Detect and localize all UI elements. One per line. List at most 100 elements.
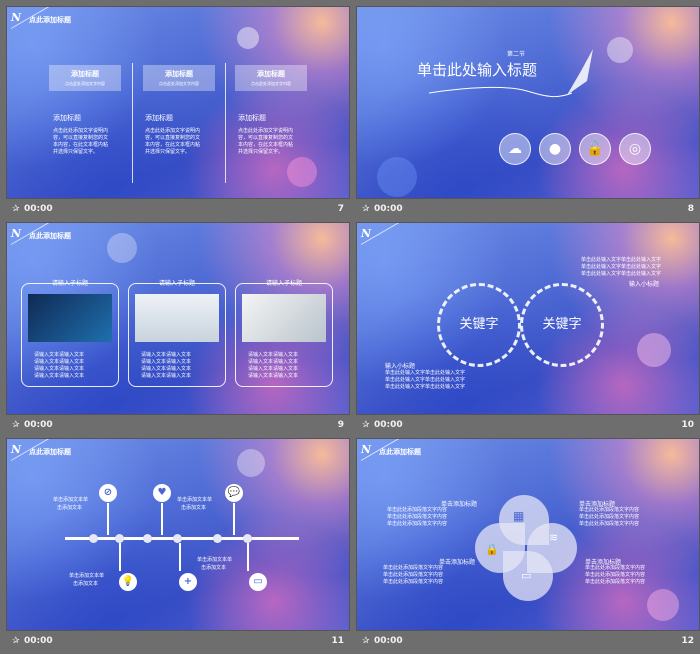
timeline-node[interactable] — [89, 534, 98, 543]
column-line: 点击此处添加文字说明内 — [53, 128, 109, 134]
slide-number: 11 — [331, 636, 344, 646]
column-line: 点击此处添加文字说明内 — [238, 128, 294, 134]
subtitle-label: 输入小标题 — [629, 281, 660, 288]
box-subtitle: 点击此处添加文字内容 — [159, 81, 199, 86]
keyword-ring[interactable]: 关键字 — [520, 283, 604, 367]
heart-icon[interactable]: ♥ — [153, 484, 171, 502]
block-text: 单击此处添加段落文字内容 — [387, 521, 448, 527]
timeline-label: 击添加文本 — [57, 505, 83, 511]
transition-star-icon: ✰ — [12, 420, 20, 430]
slide-thumbnail-11[interactable]: N 点此添加标题 单击添加文本单 击添加文本 单击添加文本单 击添加文本 ⊘ ♥… — [6, 438, 350, 654]
image-card[interactable]: 请输入子标题 请输入文本请输入文本 请输入文本请输入文本 请输入文本请输入文本 … — [235, 280, 333, 387]
card-line: 请输入文本请输入文本 — [141, 366, 192, 372]
connector — [247, 543, 249, 571]
microphone-icon[interactable]: ● — [539, 133, 571, 165]
timeline-label: 击添加文本 — [181, 505, 207, 511]
title-box[interactable]: 添加标题 点击此处添加文字内容 — [49, 65, 121, 91]
plus-icon[interactable]: + — [179, 573, 197, 591]
bokeh-light — [237, 449, 265, 477]
column-line: 容，可以直接复制您的文 — [53, 135, 109, 141]
slide-canvas: N 单击此处输入文字单击此处输入文字 单击此处输入文字单击此处输入文字 单击此处… — [356, 222, 700, 415]
text-column: 添加标题 点击此处添加文字说明内 容，可以直接复制您的文 本内容，在此文本框内粘… — [53, 113, 133, 156]
slide-thumbnail-8[interactable]: 第二节 单击此处输入标题 ☁ ● 🔓 ◎ ✰ 00:00 8 — [356, 6, 700, 222]
column-title: 添加标题 — [238, 114, 266, 122]
keyword-ring[interactable]: 关键字 — [437, 283, 521, 367]
title-box[interactable]: 添加标题 点击此处添加文字内容 — [235, 65, 307, 91]
slide-number: 12 — [681, 636, 694, 646]
column-divider — [225, 63, 226, 183]
text-line: 单击此处输入文字单击此处输入文字 — [385, 370, 466, 376]
block-label: 单击添加标题 — [439, 559, 476, 566]
connector — [161, 503, 163, 535]
block-text: 单击此处添加段落文字内容 — [579, 514, 640, 520]
text-column: 添加标题 点击此处添加文字说明内 容，可以直接复制您的文 本内容，在此文本框内粘… — [238, 113, 318, 156]
timeline-label: 击添加文本 — [201, 565, 227, 571]
column-line: 容，可以直接复制您的文 — [238, 135, 294, 141]
signal-icon[interactable]: ◎ — [619, 133, 651, 165]
text-column: 添加标题 点击此处添加文字说明内 容，可以直接复制您的文 本内容，在此文本框内粘… — [145, 113, 225, 156]
slide-footer: ✰ 00:00 7 — [6, 202, 350, 218]
block-text: 单击此处添加段落文字内容 — [585, 572, 646, 578]
column-title: 添加标题 — [53, 114, 81, 122]
slide-footer: ✰ 00:00 8 — [356, 202, 700, 218]
column-title: 添加标题 — [145, 114, 173, 122]
ticket-icon[interactable]: ▭ — [249, 573, 267, 591]
column-line: 本内容，在此文本框内粘 — [145, 142, 201, 148]
image-card[interactable]: 请输入子标题 请输入文本请输入文本 请输入文本请输入文本 请输入文本请输入文本 … — [128, 280, 226, 387]
bulb-icon[interactable]: 💡 — [119, 573, 137, 591]
block-text: 单击此处添加段落文字内容 — [579, 521, 640, 527]
slide-canvas: 第二节 单击此处输入标题 ☁ ● 🔓 ◎ — [356, 6, 700, 199]
timeline-label: 单击添加文本单 — [197, 557, 233, 563]
slide-thumbnail-12[interactable]: N 点此添加标题 单击添加标题 单击此处添加段落文字内容 单击此处添加段落文字内… — [356, 438, 700, 654]
slide-timing: 00:00 — [24, 204, 53, 214]
slide-footer: ✰ 00:00 10 — [356, 418, 700, 434]
box-subtitle: 点击此处添加文字内容 — [65, 81, 105, 86]
column-line: 并选择只保留文字。 — [53, 149, 99, 155]
column-line: 并选择只保留文字。 — [145, 149, 191, 155]
slide-canvas: N 点此添加标题 单击添加标题 单击此处添加段落文字内容 单击此处添加段落文字内… — [356, 438, 700, 631]
slide-footer: ✰ 00:00 9 — [6, 418, 350, 434]
title-box[interactable]: 添加标题 点击此处添加文字内容 — [143, 65, 215, 91]
slide-timing: 00:00 — [24, 636, 53, 646]
card-icon: ▭ — [521, 569, 532, 582]
slide-thumbnail-7[interactable]: N 点此添加标题 添加标题 点击此处添加文字内容 添加标题 点击此处添加文字内容… — [6, 6, 350, 222]
lock-icon[interactable]: 🔓 — [579, 133, 611, 165]
card-title: 请输入子标题 — [265, 280, 302, 287]
timeline-label: 单击添加文本单 — [177, 497, 213, 503]
card-line: 请输入文本请输入文本 — [34, 359, 85, 365]
timeline-node[interactable] — [173, 534, 182, 543]
card-line: 请输入文本请输入文本 — [34, 373, 85, 379]
slide-heading: 点此添加标题 — [29, 16, 71, 24]
timeline-node[interactable] — [115, 534, 124, 543]
timeline-node[interactable] — [243, 534, 252, 543]
connector — [233, 503, 235, 535]
card-line: 请输入文本请输入文本 — [248, 373, 299, 379]
pen-underline — [428, 49, 593, 98]
image-card[interactable]: 请输入子标题 请输入文本请输入文本 请输入文本请输入文本 请输入文本请输入文本 … — [21, 280, 119, 387]
connector — [179, 543, 181, 571]
slide-timing: 00:00 — [374, 420, 403, 430]
bokeh-light — [637, 333, 671, 367]
slide-timing: 00:00 — [24, 420, 53, 430]
card-line: 请输入文本请输入文本 — [248, 359, 299, 365]
slide-thumbnail-10[interactable]: N 单击此处输入文字单击此处输入文字 单击此处输入文字单击此处输入文字 单击此处… — [356, 222, 700, 438]
timeline-node[interactable] — [143, 534, 152, 543]
transition-star-icon: ✰ — [12, 204, 20, 214]
connector — [107, 503, 109, 535]
block-text: 单击此处添加段落文字内容 — [387, 514, 448, 520]
slide-footer: ✰ 00:00 12 — [356, 634, 700, 650]
wifi-icon: ≋ — [549, 531, 559, 544]
column-line: 本内容，在此文本框内粘 — [238, 142, 294, 148]
slide-thumbnail-9[interactable]: N 点此添加标题 请输入子标题 请输入文本请输入文本 请输入文本请输入文本 请输… — [6, 222, 350, 438]
slide-number: 9 — [337, 420, 344, 430]
chat-icon[interactable]: 💬 — [225, 484, 243, 502]
block-text: 单击此处添加段落文字内容 — [383, 565, 444, 571]
slide-heading: 点此添加标题 — [29, 448, 71, 456]
timeline-axis — [65, 537, 299, 540]
slide-canvas: N 点此添加标题 请输入子标题 请输入文本请输入文本 请输入文本请输入文本 请输… — [6, 222, 350, 415]
slide-heading: 点此添加标题 — [29, 232, 71, 240]
timeline-node[interactable] — [213, 534, 222, 543]
cloud-icon[interactable]: ☁ — [499, 133, 531, 165]
slide-number: 8 — [687, 204, 694, 214]
compass-icon[interactable]: ⊘ — [99, 484, 117, 502]
